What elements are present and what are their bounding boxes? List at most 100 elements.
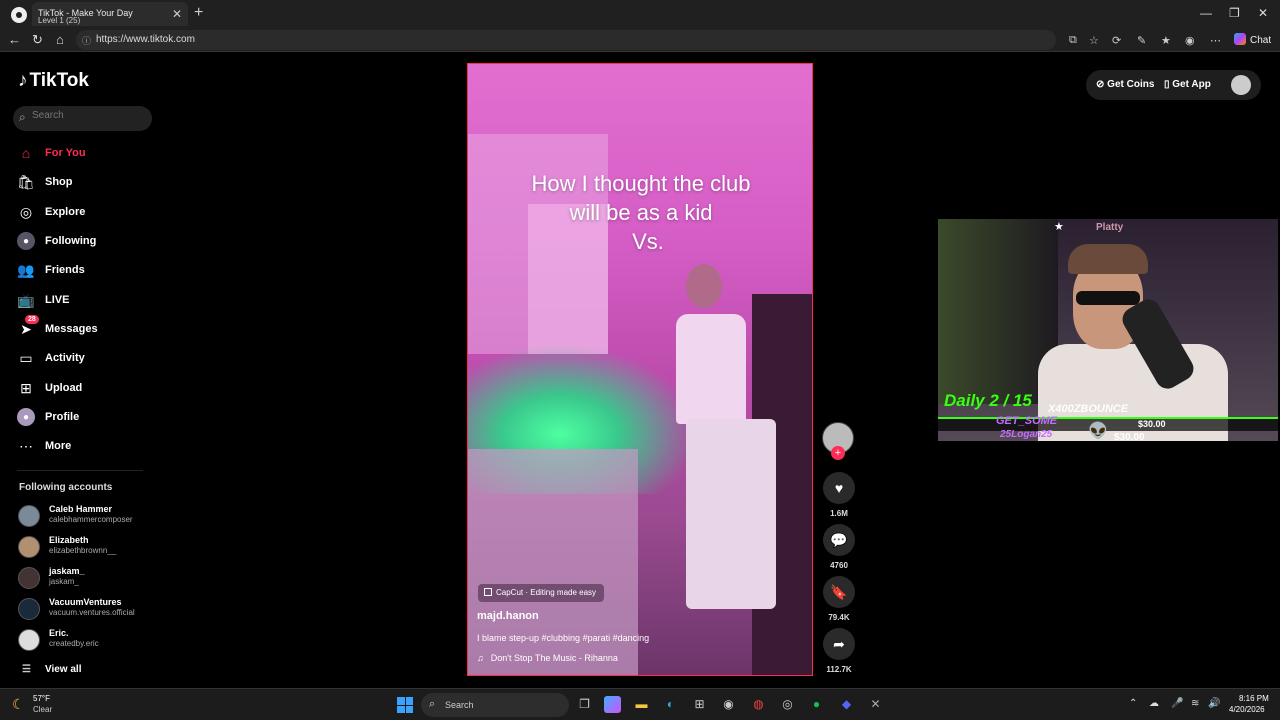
chrome-icon[interactable]: ◍: [750, 696, 767, 713]
refresh-icon[interactable]: ↻: [32, 32, 43, 48]
nav-label: For You: [45, 147, 86, 159]
url-field[interactable]: ⓘ https://www.tiktok.com: [76, 30, 1056, 50]
spotify-icon[interactable]: ●: [808, 696, 825, 713]
nav-label: More: [45, 440, 72, 452]
more-menu-icon[interactable]: ⋯: [1210, 34, 1221, 47]
video-player[interactable]: How I thought the club will be as a kid …: [467, 63, 813, 676]
get-coins-button[interactable]: ⊘ Get Coins: [1096, 79, 1154, 90]
wifi-icon[interactable]: ≋: [1191, 698, 1199, 709]
search-input[interactable]: [32, 110, 142, 121]
moon-weather-icon[interactable]: ☾: [12, 696, 25, 713]
coin-icon: ⊘: [1096, 79, 1108, 90]
copilot-icon: [1234, 33, 1246, 45]
like-button[interactable]: ♥: [823, 472, 855, 504]
account-handle: vacuum.ventures.official: [49, 608, 135, 617]
tiktok-logo[interactable]: ♪ TikTok: [18, 70, 89, 92]
steam-icon[interactable]: ◉: [720, 696, 737, 713]
nav-label: Profile: [45, 411, 80, 423]
nav-following[interactable]: ● Following: [17, 230, 157, 252]
profile-browser-icon[interactable]: ◉: [1185, 34, 1195, 47]
window-close-icon[interactable]: ✕: [1258, 6, 1268, 20]
comment-button[interactable]: 💬: [823, 524, 855, 556]
nav-shop[interactable]: 🛍 Shop: [17, 171, 157, 193]
browser-tab[interactable]: TikTok - Make Your Day Level 1 (25) ✕: [32, 2, 188, 26]
tab-overlay-text: Level 1 (25): [38, 16, 81, 25]
nav-upload[interactable]: ⊞ Upload: [17, 377, 157, 399]
new-tab-icon[interactable]: +: [194, 4, 203, 22]
nav-more[interactable]: ⋯ More: [17, 435, 157, 457]
xbox-icon[interactable]: ✕: [867, 696, 884, 713]
discord-icon[interactable]: ◆: [838, 696, 855, 713]
extensions-icon[interactable]: ⟳: [1112, 34, 1121, 47]
file-explorer-icon[interactable]: ▬: [633, 696, 650, 713]
nav-label: Activity: [45, 352, 85, 364]
nav-friends[interactable]: 👥 Friends: [17, 259, 157, 281]
top-right-actions: ⊘ Get Coins ▯ Get App: [1086, 70, 1261, 100]
donor-name: 25Logan25: [1000, 429, 1053, 440]
share-count: 112.7K: [826, 665, 852, 674]
cloud-icon[interactable]: ☁: [1149, 698, 1159, 709]
video-author[interactable]: majd.hanon: [477, 610, 539, 622]
account-item[interactable]: Eric. createdby.eric: [18, 627, 158, 653]
favorite-star-icon[interactable]: ☆: [1089, 34, 1099, 47]
taskbar-search[interactable]: ⌕ Search: [421, 693, 569, 717]
messages-icon: ➤ 28: [17, 315, 39, 338]
save-button[interactable]: 🔖: [823, 576, 855, 608]
restore-icon[interactable]: ❐: [1229, 6, 1240, 20]
collections-icon[interactable]: ✎: [1137, 34, 1146, 47]
app-icon[interactable]: ◎: [779, 696, 796, 713]
tray-chevron-icon[interactable]: ⌃: [1129, 698, 1137, 709]
favorites-icon[interactable]: ★: [1161, 34, 1171, 47]
daily-goal: Daily 2 / 15: [944, 391, 1032, 410]
more-dots-icon: ⋯: [19, 437, 33, 454]
account-handle: calebhammercomposer: [49, 515, 133, 524]
start-tile: [397, 697, 405, 705]
nav-explore[interactable]: ◎ Explore: [17, 201, 157, 223]
minimize-icon[interactable]: —: [1200, 6, 1212, 20]
video-scene: [676, 314, 746, 424]
alien-icon: 👽: [1088, 423, 1108, 440]
split-screen-icon[interactable]: ⧉: [1069, 34, 1077, 47]
home-browser-icon[interactable]: ⌂: [56, 32, 64, 47]
account-item[interactable]: Caleb Hammer calebhammercomposer: [18, 503, 158, 529]
view-all-link[interactable]: ☰ View all: [22, 664, 81, 675]
video-person: [676, 264, 786, 624]
nav-live[interactable]: 📺 LIVE: [17, 289, 157, 311]
share-button[interactable]: ➦: [823, 628, 855, 660]
copilot-chat-button[interactable]: Chat: [1234, 33, 1271, 46]
account-handle: jaskam_: [49, 577, 79, 586]
store-icon[interactable]: ⊞: [691, 696, 708, 713]
search-icon: ⌕: [429, 698, 436, 710]
capcut-tag[interactable]: CapCut · Editing made easy: [478, 584, 605, 602]
task-view-icon[interactable]: ❐: [576, 696, 593, 713]
nav-activity[interactable]: ▭ Activity: [17, 347, 157, 369]
copilot-app-icon[interactable]: [604, 696, 621, 713]
account-item[interactable]: Elizabeth elizabethbrownn__: [18, 534, 158, 560]
nav-for-you[interactable]: ⌂ For You: [17, 142, 157, 164]
tab-close-icon[interactable]: ✕: [172, 7, 182, 21]
upload-icon: ⊞: [20, 379, 32, 396]
start-tile: [397, 705, 405, 713]
windows-taskbar: ☾ 57°F Clear ⌕ Search ❐ ▬ ◐ ⊞ ◉ ◍ ◎ ● ◆ …: [0, 688, 1280, 720]
nav-profile[interactable]: ● Profile: [17, 406, 157, 428]
shop-bag-icon: 🛍: [17, 173, 35, 190]
account-handle: createdby.eric: [49, 639, 99, 648]
get-app-button[interactable]: ▯ Get App: [1164, 79, 1211, 90]
follow-plus-icon[interactable]: +: [831, 446, 845, 460]
nav-messages[interactable]: ➤ 28 Messages: [17, 315, 157, 340]
back-icon[interactable]: ←: [8, 32, 21, 47]
volume-icon[interactable]: 🔊: [1208, 698, 1220, 709]
avatar: [18, 536, 40, 558]
account-item[interactable]: jaskam_ jaskam_: [18, 565, 158, 591]
account-item[interactable]: VacuumVentures vacuum.ventures.official: [18, 596, 158, 622]
mic-icon[interactable]: 🎤: [1171, 698, 1183, 709]
logo-text: TikTok: [29, 70, 89, 91]
video-music[interactable]: ♫ Don't Stop The Music - Rihanna: [477, 653, 618, 663]
taskbar-search-label: Search: [445, 700, 474, 710]
start-button[interactable]: [397, 697, 413, 713]
video-description: I blame step-up #clubbing #parati #danci…: [477, 633, 650, 643]
site-info-icon[interactable]: ⓘ: [82, 34, 91, 47]
edge-icon[interactable]: ◐: [662, 696, 679, 713]
user-avatar[interactable]: [1231, 75, 1251, 95]
search-box[interactable]: ⌕: [13, 106, 152, 131]
